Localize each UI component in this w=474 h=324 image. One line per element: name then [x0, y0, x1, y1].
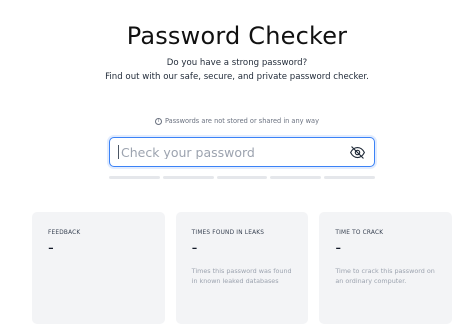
privacy-note: i Passwords are not stored or shared in … [0, 117, 474, 125]
crack-time-card-label: TIME TO CRACK [335, 230, 384, 236]
leaks-card: TIMES FOUND IN LEAKS - Times this passwo… [175, 212, 309, 324]
info-icon: i [154, 117, 162, 125]
strength-bar-segment [324, 176, 375, 179]
leaks-card-value: - [191, 238, 198, 257]
results-cards: FEEDBACK - TIMES FOUND IN LEAKS - Times … [32, 212, 453, 324]
feedback-card-label: FEEDBACK [48, 230, 81, 236]
page-title: Password Checker [126, 22, 348, 50]
strength-bar-segment [216, 176, 268, 179]
crack-time-card-description: Time to crack this password on an ordina… [335, 267, 435, 285]
subtitle-question: Do you have a strong password? [166, 58, 308, 68]
password-input[interactable] [118, 145, 348, 159]
feedback-card-value: - [48, 238, 54, 257]
strength-bar-segment [162, 176, 214, 179]
crack-time-card: TIME TO CRACK - Time to crack this passw… [319, 212, 453, 324]
strength-bar-segment [270, 176, 322, 179]
strength-bar-segment [109, 176, 160, 179]
crack-time-card-value: - [335, 238, 342, 257]
leaks-card-description: Times this password was found in known l… [191, 267, 292, 285]
password-field-container [109, 137, 375, 167]
eye-slash-icon[interactable] [348, 143, 366, 161]
strength-meter [109, 176, 375, 179]
subtitle-description: Find out with our safe, secure, and priv… [105, 72, 369, 82]
leaks-card-label: TIMES FOUND IN LEAKS [191, 230, 265, 236]
feedback-card: FEEDBACK - [32, 212, 165, 324]
privacy-note-text: Passwords are not stored or shared in an… [164, 117, 319, 125]
